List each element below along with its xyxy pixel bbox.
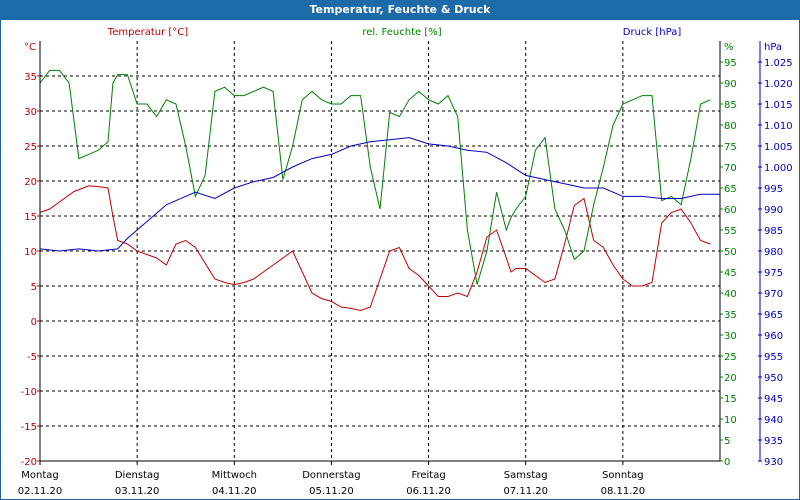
temperature-axis-label: Temperatur [°C] <box>107 27 188 38</box>
temperature-unit: °C <box>24 42 36 53</box>
x-tick-day-label: Dienstag <box>115 470 160 481</box>
axes: 35302520151050-5-10-15-20959085807570656… <box>18 41 793 497</box>
pressure-tick-label: 965 <box>764 310 783 321</box>
x-tick-date-label: 04.11.20 <box>212 486 257 497</box>
x-tick-date-label: 05.11.20 <box>309 486 354 497</box>
humidity-tick-label: 40 <box>724 289 737 300</box>
pressure-tick-label: 1.005 <box>764 142 793 153</box>
pressure-tick-label: 1.015 <box>764 100 793 111</box>
humidity-tick-label: 20 <box>724 373 737 384</box>
temperature-series-line <box>39 185 711 312</box>
series-layer <box>39 69 720 312</box>
humidity-tick-label: 55 <box>724 226 737 237</box>
pressure-tick-label: 950 <box>764 373 783 384</box>
pressure-tick-label: 940 <box>764 415 783 426</box>
temperature-tick-label: 30 <box>24 107 37 118</box>
temperature-tick-label: 20 <box>24 177 37 188</box>
humidity-axis-label: rel. Feuchte [%] <box>362 27 441 38</box>
pressure-tick-label: 955 <box>764 352 783 363</box>
chart-plot: 35302520151050-5-10-15-20959085807570656… <box>18 27 793 497</box>
x-tick-day-label: Sonntag <box>602 470 644 481</box>
pressure-unit: hPa <box>764 42 782 53</box>
x-tick-day-label: Samstag <box>504 470 548 481</box>
temperature-tick-label: 25 <box>24 142 37 153</box>
pressure-tick-label: 970 <box>764 289 783 300</box>
humidity-tick-label: 30 <box>724 331 737 342</box>
pressure-tick-label: 1.000 <box>764 163 793 174</box>
temperature-tick-label: 0 <box>31 317 37 328</box>
humidity-tick-label: 90 <box>724 79 737 90</box>
pressure-tick-label: 1.020 <box>764 79 793 90</box>
x-tick-date-label: 08.11.20 <box>601 486 646 497</box>
humidity-tick-label: 35 <box>724 310 737 321</box>
x-tick-date-label: 06.11.20 <box>406 486 451 497</box>
humidity-tick-label: 25 <box>724 352 737 363</box>
pressure-tick-label: 930 <box>764 457 783 468</box>
x-tick-date-label: 03.11.20 <box>115 486 160 497</box>
pressure-tick-label: 990 <box>764 205 783 216</box>
temperature-tick-label: -20 <box>21 457 37 468</box>
humidity-tick-label: 10 <box>724 415 737 426</box>
pressure-tick-label: 985 <box>764 226 783 237</box>
pressure-tick-label: 975 <box>764 268 783 279</box>
temperature-tick-label: -15 <box>21 422 37 433</box>
humidity-tick-label: 5 <box>724 436 730 447</box>
temperature-tick-label: -10 <box>21 387 37 398</box>
pressure-tick-label: 960 <box>764 331 783 342</box>
humidity-tick-label: 75 <box>724 142 737 153</box>
humidity-tick-label: 0 <box>724 457 730 468</box>
pressure-tick-label: 945 <box>764 394 783 405</box>
humidity-tick-label: 70 <box>724 163 737 174</box>
pressure-tick-label: 1.010 <box>764 121 793 132</box>
pressure-tick-label: 935 <box>764 436 783 447</box>
temperature-tick-label: 15 <box>24 212 37 223</box>
temperature-tick-label: 5 <box>31 282 37 293</box>
humidity-tick-label: 45 <box>724 268 737 279</box>
temperature-tick-label: -5 <box>27 352 37 363</box>
x-tick-day-label: Montag <box>21 470 58 481</box>
humidity-unit: % <box>724 42 734 53</box>
pressure-tick-label: 995 <box>764 184 783 195</box>
humidity-tick-label: 65 <box>724 184 737 195</box>
x-tick-day-label: Mittwoch <box>212 470 257 481</box>
pressure-tick-label: 1.025 <box>764 58 793 69</box>
pressure-tick-label: 980 <box>764 247 783 258</box>
pressure-axis-label: Druck [hPa] <box>623 27 682 38</box>
temperature-tick-label: 10 <box>24 247 37 258</box>
x-tick-day-label: Freitag <box>411 470 445 481</box>
humidity-tick-label: 15 <box>724 394 737 405</box>
humidity-tick-label: 50 <box>724 247 737 258</box>
humidity-tick-label: 95 <box>724 58 737 69</box>
x-tick-day-label: Donnerstag <box>302 470 360 481</box>
humidity-tick-label: 80 <box>724 121 737 132</box>
x-tick-date-label: 07.11.20 <box>503 486 548 497</box>
x-tick-date-label: 02.11.20 <box>18 486 63 497</box>
humidity-tick-label: 60 <box>724 205 737 216</box>
temperature-tick-label: 35 <box>24 72 37 83</box>
humidity-tick-label: 85 <box>724 100 737 111</box>
pressure-series-line <box>39 137 720 252</box>
